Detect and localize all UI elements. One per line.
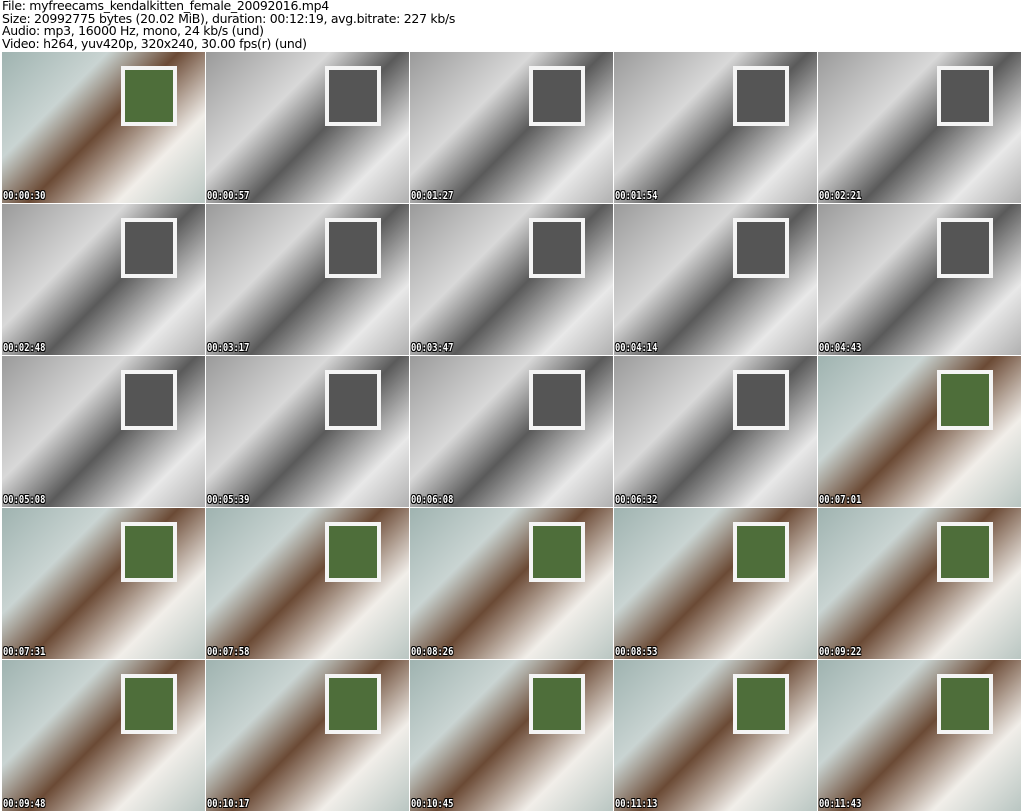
- video-thumbnail: 00:01:27: [410, 52, 613, 203]
- wall-picture-frame: [529, 66, 585, 126]
- video-thumbnail: 00:05:39: [206, 356, 409, 507]
- wall-picture-frame: [325, 218, 381, 278]
- timestamp: 00:07:01: [819, 493, 862, 506]
- timestamp: 00:09:22: [819, 645, 862, 658]
- timestamp: 00:10:45: [411, 797, 454, 810]
- wall-picture-frame: [325, 370, 381, 430]
- wall-picture-frame: [325, 66, 381, 126]
- wall-picture-frame: [937, 370, 993, 430]
- wall-picture-frame: [529, 218, 585, 278]
- timestamp: 00:02:21: [819, 189, 862, 202]
- timestamp: 00:00:57: [207, 189, 250, 202]
- timestamp: 00:04:14: [615, 341, 658, 354]
- video-thumbnail: 00:02:48: [2, 204, 205, 355]
- wall-picture-frame: [121, 522, 177, 582]
- timestamp: 00:05:08: [3, 493, 46, 506]
- timestamp: 00:02:48: [3, 341, 46, 354]
- timestamp: 00:11:43: [819, 797, 862, 810]
- wall-picture-frame: [937, 522, 993, 582]
- timestamp: 00:11:13: [615, 797, 658, 810]
- timestamp: 00:08:53: [615, 645, 658, 658]
- video-thumbnail: 00:08:53: [614, 508, 817, 659]
- video-thumbnail: 00:10:45: [410, 660, 613, 811]
- timestamp: 00:01:54: [615, 189, 658, 202]
- video-thumbnail: 00:10:17: [206, 660, 409, 811]
- video-thumbnail: 00:02:21: [818, 52, 1021, 203]
- video-thumbnail: 00:07:31: [2, 508, 205, 659]
- video-info: Video: h264, yuv420p, 320x240, 30.00 fps…: [2, 35, 307, 51]
- wall-picture-frame: [733, 218, 789, 278]
- timestamp: 00:03:17: [207, 341, 250, 354]
- thumbnail-grid: 00:00:30 00:00:57 00:01:27 00:01:54 00:02:21…: [2, 52, 1021, 811]
- video-thumbnail: 00:06:32: [614, 356, 817, 507]
- file-info: File: myfreecams_kendalkitten_female_200…: [2, 0, 455, 50]
- wall-picture-frame: [733, 370, 789, 430]
- timestamp: 00:10:17: [207, 797, 250, 810]
- wall-picture-frame: [121, 674, 177, 734]
- timestamp: 00:01:27: [411, 189, 454, 202]
- video-thumbnail: 00:11:43: [818, 660, 1021, 811]
- video-thumbnail: 00:01:54: [614, 52, 817, 203]
- timestamp: 00:09:48: [3, 797, 46, 810]
- video-thumbnail: 00:04:43: [818, 204, 1021, 355]
- video-thumbnail: 00:06:08: [410, 356, 613, 507]
- video-thumbnail: 00:04:14: [614, 204, 817, 355]
- video-thumbnail: 00:08:26: [410, 508, 613, 659]
- wall-picture-frame: [325, 674, 381, 734]
- wall-picture-frame: [529, 370, 585, 430]
- timestamp: 00:07:31: [3, 645, 46, 658]
- video-thumbnail: 00:11:13: [614, 660, 817, 811]
- video-thumbnail: 00:03:47: [410, 204, 613, 355]
- video-thumbnail: 00:07:58: [206, 508, 409, 659]
- video-thumbnail: 00:00:30: [2, 52, 205, 203]
- video-thumbnail: 00:09:48: [2, 660, 205, 811]
- video-thumbnail: 00:00:57: [206, 52, 409, 203]
- video-thumbnail: 00:05:08: [2, 356, 205, 507]
- wall-picture-frame: [529, 674, 585, 734]
- video-thumbnail: 00:07:01: [818, 356, 1021, 507]
- wall-picture-frame: [121, 370, 177, 430]
- timestamp: 00:04:43: [819, 341, 862, 354]
- timestamp: 00:00:30: [3, 189, 46, 202]
- wall-picture-frame: [529, 522, 585, 582]
- wall-picture-frame: [733, 674, 789, 734]
- wall-picture-frame: [121, 66, 177, 126]
- wall-picture-frame: [937, 218, 993, 278]
- wall-picture-frame: [937, 674, 993, 734]
- timestamp: 00:05:39: [207, 493, 250, 506]
- wall-picture-frame: [733, 522, 789, 582]
- video-thumbnail: 00:03:17: [206, 204, 409, 355]
- timestamp: 00:08:26: [411, 645, 454, 658]
- video-thumbnail: 00:09:22: [818, 508, 1021, 659]
- wall-picture-frame: [733, 66, 789, 126]
- wall-picture-frame: [325, 522, 381, 582]
- wall-picture-frame: [937, 66, 993, 126]
- timestamp: 00:03:47: [411, 341, 454, 354]
- timestamp: 00:07:58: [207, 645, 250, 658]
- timestamp: 00:06:32: [615, 493, 658, 506]
- wall-picture-frame: [121, 218, 177, 278]
- timestamp: 00:06:08: [411, 493, 454, 506]
